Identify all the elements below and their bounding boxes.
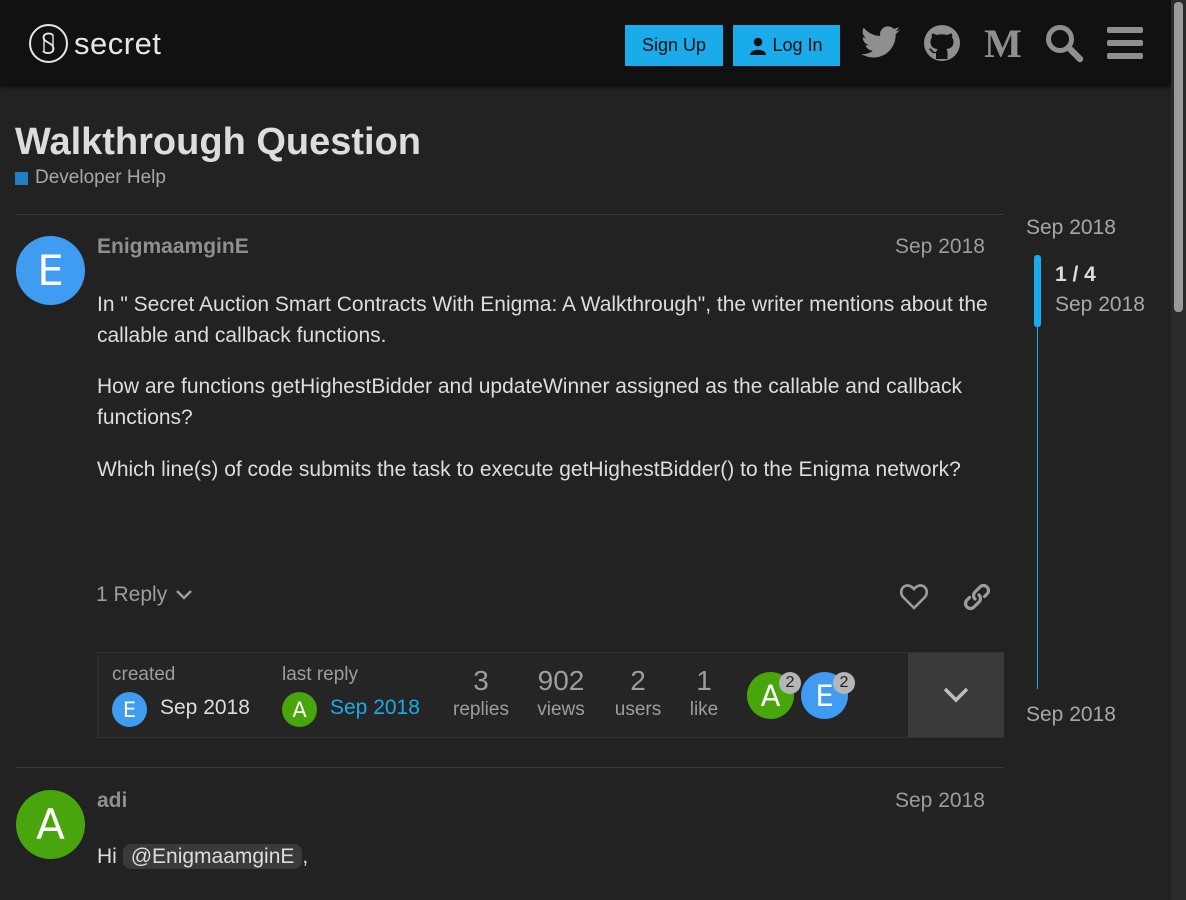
post-username[interactable]: adi (97, 789, 127, 813)
topic-map: created E Sep 2018 last reply A Sep 2018… (97, 652, 1004, 738)
post-paragraph: Which line(s) of code submits the task t… (97, 458, 961, 481)
twitter-icon[interactable] (860, 22, 902, 64)
like-heart-icon[interactable] (897, 580, 931, 614)
post-date[interactable]: Sep 2018 (895, 235, 985, 259)
category-color-square (15, 171, 28, 185)
post-date[interactable]: Sep 2018 (895, 789, 985, 813)
topic-title[interactable]: Walkthrough Question (15, 121, 421, 164)
log-in-button[interactable]: Log In (733, 25, 840, 66)
topic-divider (15, 214, 1004, 215)
timeline-scroll-handle[interactable] (1034, 255, 1041, 327)
timeline-end-date[interactable]: Sep 2018 (1026, 703, 1116, 727)
category-name: Developer Help (35, 167, 166, 188)
likes-count: 1 (696, 665, 712, 696)
avatar[interactable]: A (16, 790, 85, 859)
created-date: Sep 2018 (160, 696, 250, 719)
log-in-label: Log In (772, 35, 823, 55)
mention-punctuation: , (302, 845, 309, 868)
users-count: 2 (630, 665, 646, 696)
replies-label: replies (453, 699, 509, 720)
last-reply-avatar[interactable]: A (282, 692, 317, 727)
logo-text: secret (74, 25, 162, 61)
site-header: secret Sign Up Log In M (0, 0, 1171, 86)
likes-label: like (689, 699, 719, 720)
page-scrollbar[interactable] (1171, 0, 1186, 900)
created-avatar[interactable]: E (112, 692, 147, 727)
created-label: created (112, 664, 176, 685)
chevron-down-icon (943, 687, 969, 703)
show-replies-button[interactable]: 1 Reply (96, 583, 193, 607)
site-logo[interactable]: secret (29, 24, 161, 63)
post-paragraph: In " Secret Auction Smart Contracts With… (97, 293, 988, 347)
greeting-text: Hi (97, 845, 117, 868)
github-icon[interactable] (921, 22, 963, 64)
medium-icon[interactable]: M (982, 22, 1024, 64)
search-icon[interactable] (1043, 22, 1085, 64)
avatar[interactable]: E (16, 236, 85, 305)
post-paragraph: How are functions getHighestBidder and u… (97, 375, 963, 429)
chevron-down-icon (176, 590, 193, 600)
user-icon (750, 37, 767, 55)
timeline-position: 1 / 4 (1055, 263, 1096, 286)
timeline-position-date: Sep 2018 (1055, 293, 1145, 316)
secret-logo-icon (29, 24, 68, 63)
users-label: users (614, 699, 662, 720)
replies-count: 3 (473, 665, 489, 696)
last-reply-label: last reply (282, 664, 359, 685)
replies-count-label: 1 Reply (96, 583, 168, 606)
svg-text:M: M (984, 26, 1022, 60)
participant-post-count-badge: 2 (833, 672, 855, 694)
scrollbar-thumb[interactable] (1174, 2, 1183, 312)
post-divider (15, 767, 1004, 768)
views-label: views (537, 699, 585, 720)
hamburger-menu-icon[interactable] (1104, 22, 1146, 64)
share-link-icon[interactable] (960, 580, 994, 614)
timeline-start-date[interactable]: Sep 2018 (1026, 216, 1116, 240)
last-reply-date[interactable]: Sep 2018 (330, 696, 420, 720)
expand-topic-map-button[interactable] (908, 653, 1004, 737)
participant-post-count-badge: 2 (779, 672, 801, 694)
post-paragraph: Hi @EnigmaamginE, (97, 844, 309, 869)
category-badge[interactable]: Developer Help (15, 167, 166, 189)
sign-up-button[interactable]: Sign Up (625, 25, 723, 66)
views-count: 902 (537, 665, 585, 696)
post-username[interactable]: EnigmaamginE (97, 235, 249, 259)
user-mention-link[interactable]: @EnigmaamginE (122, 844, 303, 869)
